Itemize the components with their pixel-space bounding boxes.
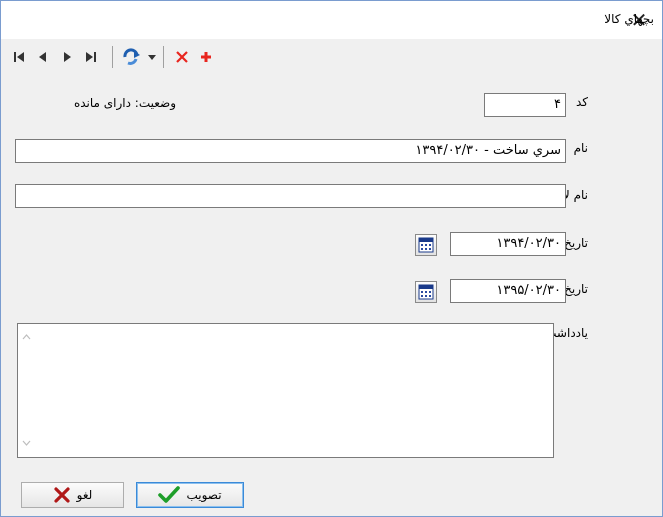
status-text: وضعیت: دارای مانده (73, 96, 176, 110)
refresh-dropdown[interactable] (146, 47, 158, 67)
approve-button[interactable]: تصویب (136, 482, 244, 508)
checkmark-icon (158, 486, 181, 503)
dialog-window: ✕ بچهاي کالا کد ۴ وضعیت: دارای مانده نام… (0, 0, 663, 517)
prev-record-icon (39, 52, 46, 62)
first-record-icon (14, 52, 24, 62)
date-field[interactable]: ۱۳۹۴/۰۲/۳۰ (450, 232, 566, 256)
cancel-label: لغو (76, 488, 93, 502)
cancel-x-icon (54, 487, 70, 503)
first-record-button[interactable] (11, 47, 27, 67)
note-scrollbar[interactable] (18, 324, 35, 457)
scroll-down-icon[interactable] (18, 433, 35, 453)
toolbar-separator (112, 46, 113, 68)
prev-record-button[interactable] (35, 47, 51, 67)
note-field[interactable] (17, 323, 554, 458)
scroll-up-icon[interactable] (18, 328, 35, 348)
calendar-icon (418, 237, 434, 253)
calendar-icon (418, 284, 434, 300)
toolbar (1, 39, 662, 74)
cancel-button[interactable]: لغو (21, 482, 124, 508)
latin-name-field[interactable] (15, 184, 566, 208)
name-field[interactable]: سري ساخت - ۱۳۹۴/۰۲/۳۰ (15, 139, 566, 163)
last-record-icon (86, 52, 96, 62)
toolbar-separator (163, 46, 164, 68)
date-label: تاریخ (564, 236, 588, 250)
delete-icon (176, 51, 188, 63)
title-bar: ✕ بچهاي کالا (1, 1, 662, 39)
date-calendar-button[interactable] (415, 234, 437, 256)
next-record-button[interactable] (59, 47, 75, 67)
code-field[interactable]: ۴ (484, 93, 566, 117)
refresh-button[interactable] (120, 47, 144, 67)
last-record-button[interactable] (83, 47, 99, 67)
expiry-date-field[interactable]: ۱۳۹۵/۰۲/۳۰ (450, 279, 566, 303)
refresh-icon (123, 48, 140, 65)
expiry-calendar-button[interactable] (415, 281, 437, 303)
add-icon (201, 52, 211, 62)
dropdown-arrow-icon (148, 55, 156, 60)
approve-label: تصویب (186, 488, 222, 502)
add-button[interactable] (197, 47, 215, 67)
name-label: نام (573, 141, 588, 155)
next-record-icon (64, 52, 71, 62)
code-label: کد (575, 95, 588, 109)
window-title: بچهاي کالا (604, 12, 654, 26)
delete-button[interactable] (173, 47, 191, 67)
